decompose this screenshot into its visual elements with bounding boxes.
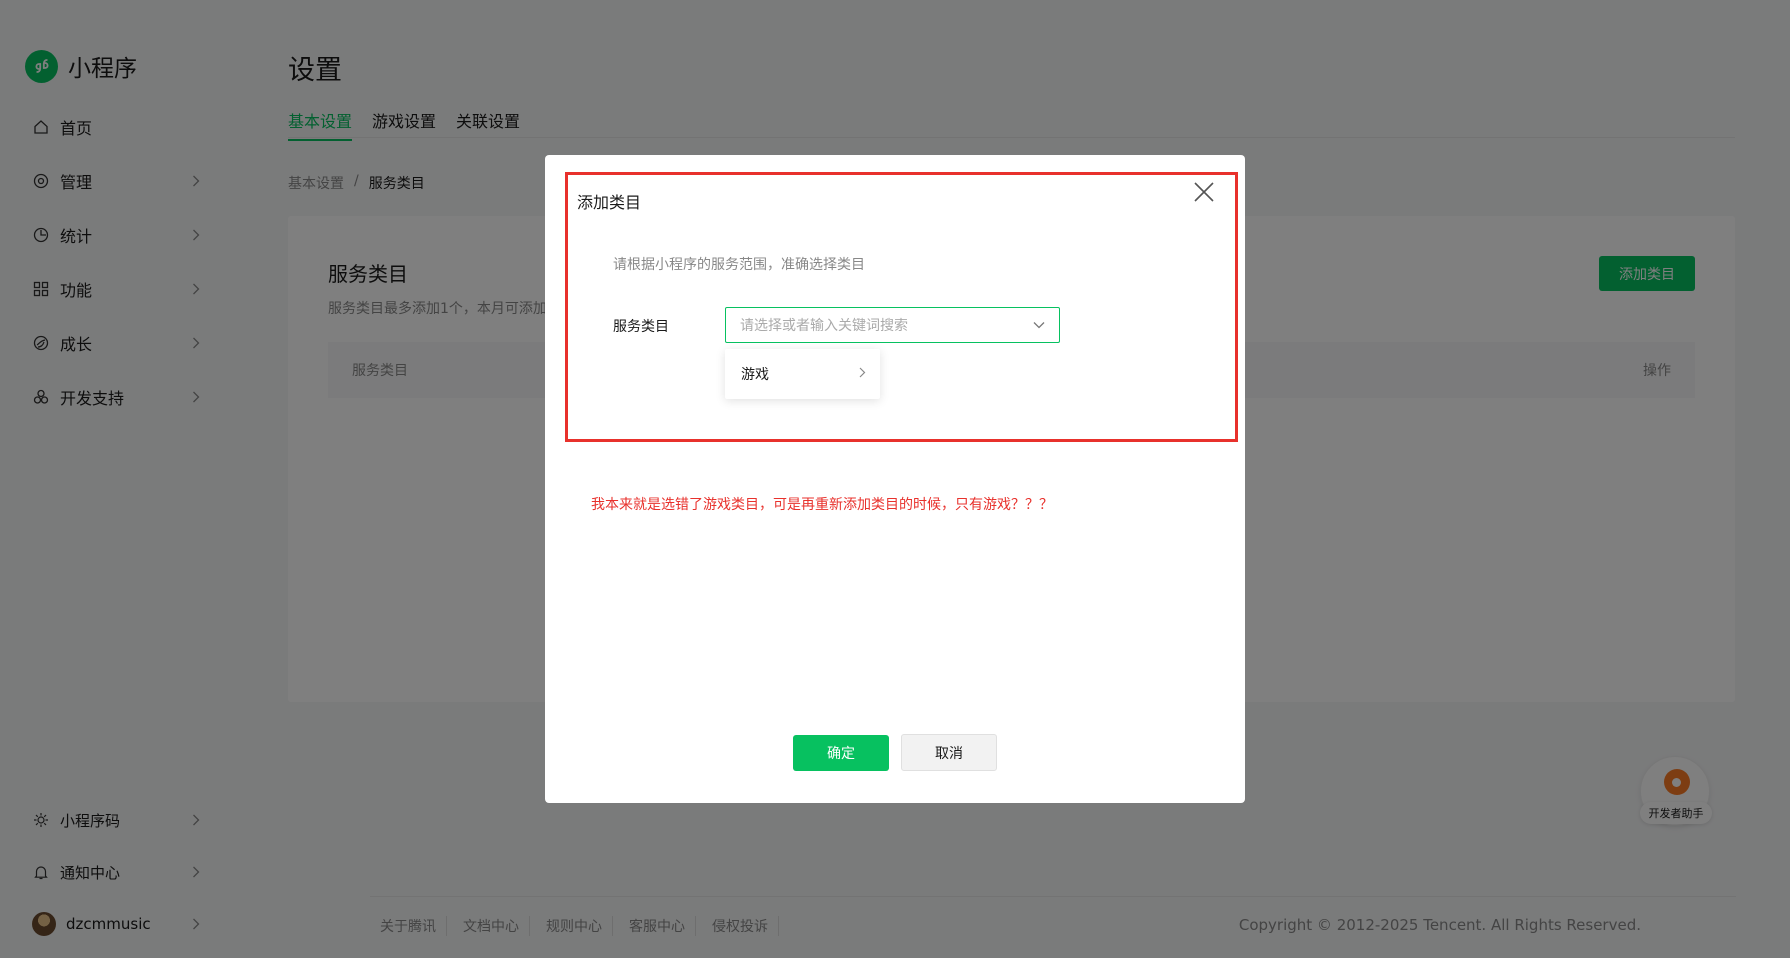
category-select[interactable]: 请选择或者输入关键词搜索 xyxy=(725,307,1060,343)
dialog-tip: 请根据小程序的服务范围，准确选择类目 xyxy=(613,257,865,273)
chevron-right-icon xyxy=(859,366,866,382)
add-category-dialog: 添加类目 请根据小程序的服务范围，准确选择类目 服务类目 请选择或者输入关键词搜… xyxy=(545,155,1245,803)
dialog-title: 添加类目 xyxy=(577,193,642,212)
dropdown-option-game[interactable]: 游戏 xyxy=(725,349,880,399)
select-placeholder: 请选择或者输入关键词搜索 xyxy=(740,318,908,334)
chevron-down-icon xyxy=(1033,317,1045,333)
dropdown-option-label: 游戏 xyxy=(741,367,769,383)
confirm-button[interactable]: 确定 xyxy=(793,735,889,771)
service-category-label: 服务类目 xyxy=(613,319,669,335)
annotation-text: 我本来就是选错了游戏类目，可是再重新添加类目的时候，只有游戏？？？ xyxy=(591,497,1053,513)
close-icon[interactable] xyxy=(1193,181,1215,203)
cancel-button[interactable]: 取消 xyxy=(901,734,997,771)
